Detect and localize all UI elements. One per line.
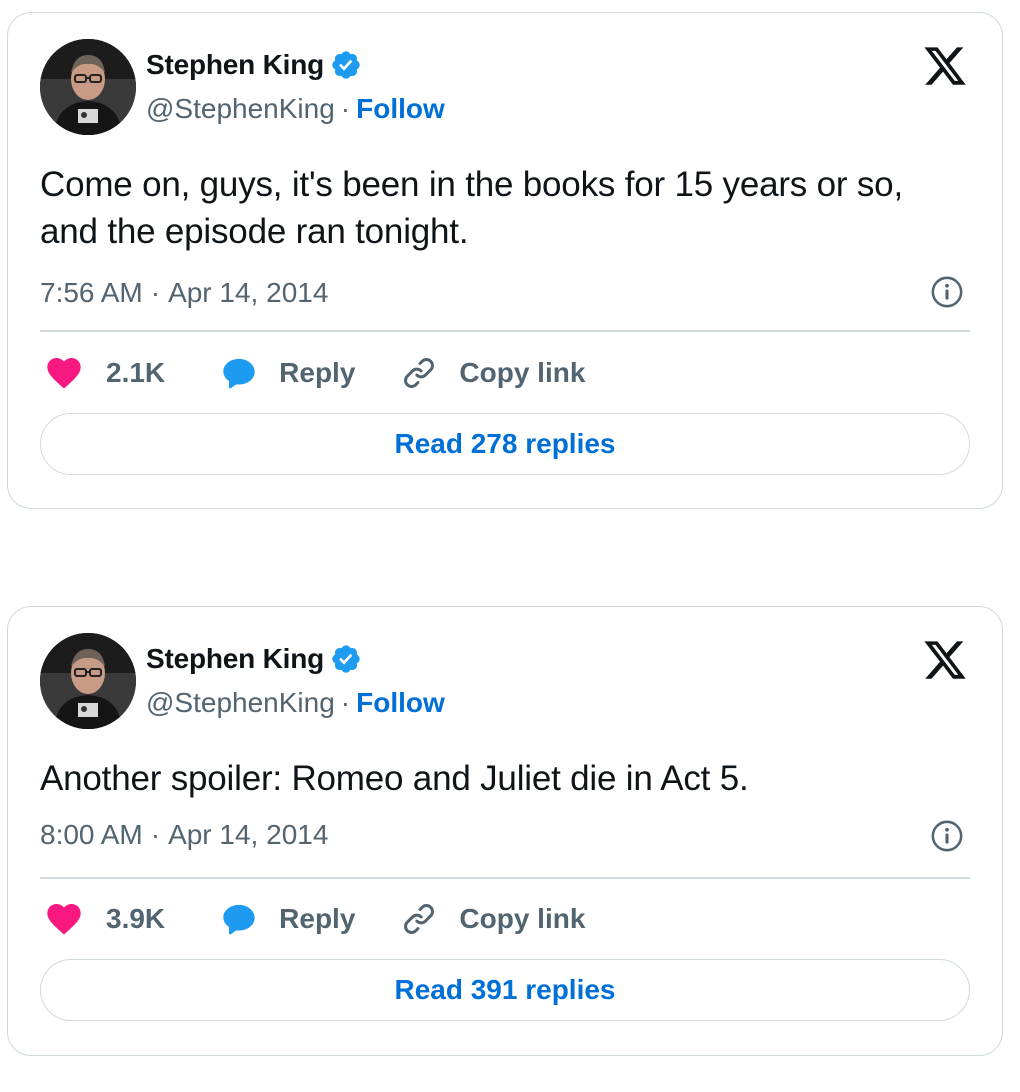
reply-label: Reply [279, 903, 356, 934]
separator: · [150, 819, 161, 850]
tweet-text: Another spoiler: Romeo and Juliet die in… [40, 759, 749, 798]
handle-row: @StephenKing · Follow [146, 687, 445, 719]
author-handle[interactable]: @StephenKing [146, 687, 335, 718]
author-name-row: Stephen King [146, 643, 362, 675]
tweet-card: Stephen King @StephenKing · Follow Another… [7, 606, 1003, 1056]
divider [40, 877, 970, 879]
x-logo-icon[interactable] [922, 637, 968, 683]
heart-icon [47, 904, 81, 935]
x-logo-icon[interactable] [922, 43, 968, 89]
separator: · [340, 687, 351, 718]
reply-button[interactable]: Reply [219, 899, 355, 939]
tweet-timestamp[interactable]: 8:00 AM · Apr 14, 2014 [40, 819, 328, 851]
action-bar: 2.1K Reply Copy link [40, 353, 585, 393]
separator: · [150, 277, 161, 308]
speech-bubble-icon [223, 904, 255, 935]
like-button[interactable]: 2.1K [40, 353, 165, 393]
tweet-timestamp[interactable]: 7:56 AM · Apr 14, 2014 [40, 277, 328, 309]
author-handle[interactable]: @StephenKing [146, 93, 335, 124]
divider [40, 330, 970, 332]
author-name[interactable]: Stephen King [146, 643, 324, 675]
author-avatar[interactable] [40, 39, 136, 135]
handle-row: @StephenKing · Follow [146, 93, 445, 125]
tweet-card: Stephen King @StephenKing · Follow Come on… [7, 12, 1003, 509]
author-avatar[interactable] [40, 633, 136, 729]
reply-label: Reply [279, 357, 356, 388]
author-name-row: Stephen King [146, 49, 362, 81]
reply-button[interactable]: Reply [219, 353, 355, 393]
separator: · [340, 93, 351, 124]
link-icon [404, 358, 435, 388]
follow-button[interactable]: Follow [356, 93, 445, 124]
tweet-date: Apr 14, 2014 [168, 819, 329, 850]
copy-link-button[interactable]: Copy link [401, 355, 585, 391]
like-count: 3.9K [106, 903, 166, 934]
action-bar: 3.9K Reply Copy link [40, 899, 585, 939]
tweet-text: Come on, guys, it's been in the books fo… [40, 165, 903, 251]
copy-link-label: Copy link [459, 357, 586, 388]
heart-icon [47, 358, 81, 389]
author-name[interactable]: Stephen King [146, 49, 324, 81]
tweet-time: 8:00 AM [40, 819, 143, 850]
verified-badge-icon [332, 51, 360, 79]
follow-button[interactable]: Follow [356, 687, 445, 718]
read-replies-button[interactable]: Read 278 replies [40, 413, 970, 475]
tweet-date: Apr 14, 2014 [168, 277, 329, 308]
verified-badge-icon [332, 645, 360, 673]
info-icon[interactable] [930, 275, 964, 309]
like-count: 2.1K [106, 357, 166, 388]
link-icon [404, 904, 435, 934]
info-icon[interactable] [930, 819, 964, 853]
speech-bubble-icon [223, 358, 255, 389]
like-button[interactable]: 3.9K [40, 899, 165, 939]
tweet-time: 7:56 AM [40, 277, 143, 308]
copy-link-label: Copy link [459, 903, 586, 934]
read-replies-button[interactable]: Read 391 replies [40, 959, 970, 1021]
copy-link-button[interactable]: Copy link [401, 901, 585, 937]
